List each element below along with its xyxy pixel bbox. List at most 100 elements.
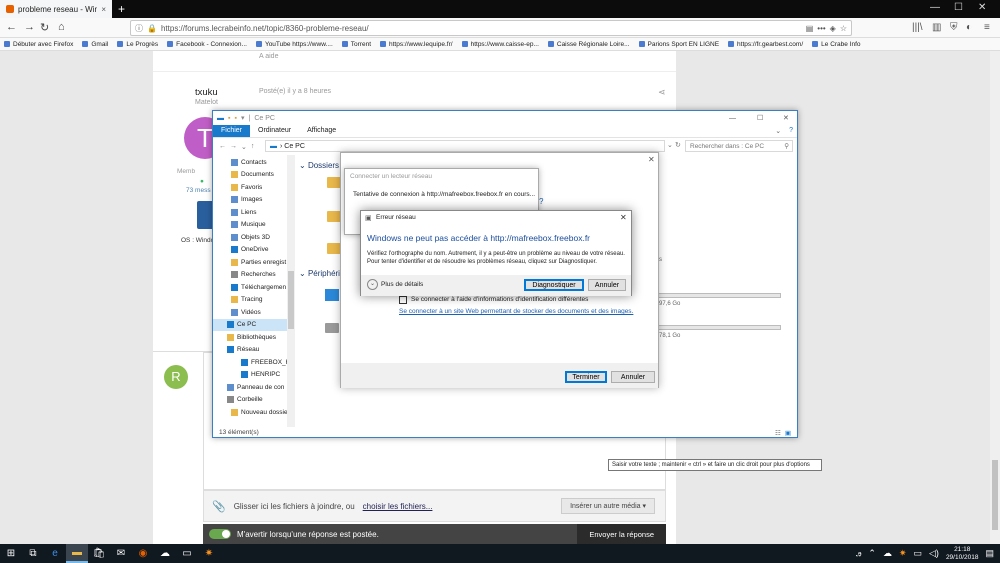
windows-drive-icon[interactable] xyxy=(325,289,339,301)
explorer-close-icon[interactable]: ✕ xyxy=(783,114,789,122)
address-dropdown-icon[interactable]: ⌄ xyxy=(667,141,673,149)
navigation-scrollbar-thumb[interactable] xyxy=(288,271,294,329)
explorer-minimize-icon[interactable]: — xyxy=(729,115,736,122)
tray-chevron-icon[interactable]: ⌃ xyxy=(868,548,876,559)
nav-item[interactable]: Téléchargemen xyxy=(213,281,294,294)
share-icon[interactable]: ⋖ xyxy=(658,87,666,98)
bookmark-item[interactable]: YouTube https://www.... xyxy=(255,41,333,48)
bookmark-item[interactable]: Torrent xyxy=(341,41,371,48)
nav-item[interactable]: Documents xyxy=(213,169,294,182)
reload-icon[interactable]: ↻ xyxy=(40,21,49,34)
recent-dropdown-icon[interactable]: ⌄ xyxy=(241,143,247,151)
nav-item[interactable]: Corbeille xyxy=(213,394,294,407)
send-reply-button[interactable]: Envoyer la réponse xyxy=(577,524,666,544)
bookmark-item[interactable]: Le Progrès xyxy=(117,41,158,48)
map-cancel-button[interactable]: Annuler xyxy=(611,371,655,383)
website-storage-link[interactable]: Se connecter à un site Web permettant de… xyxy=(399,308,633,315)
monitor-icon[interactable]: ▭ xyxy=(176,544,198,563)
shield-icon[interactable]: ⛨ xyxy=(950,22,958,33)
bookmark-item[interactable]: Facebook - Connexion... xyxy=(167,41,247,48)
ribbon-expand-icon[interactable]: ⌄ xyxy=(771,125,785,137)
nav-item[interactable]: Panneau de con xyxy=(213,381,294,394)
bookmark-item[interactable]: Caisse Régionale Loire... xyxy=(547,41,630,48)
nav-item[interactable]: Parties enregist xyxy=(213,256,294,269)
forward-icon[interactable]: → xyxy=(24,21,35,33)
help-icon[interactable]: ? xyxy=(785,125,797,137)
address-bar[interactable]: ▬ › Ce PC xyxy=(265,140,665,152)
nav-item[interactable]: Musique xyxy=(213,219,294,232)
task-view-icon[interactable]: ⧉ xyxy=(22,544,44,563)
nav-item[interactable]: Contacts xyxy=(213,156,294,169)
nav-item[interactable]: Tracing xyxy=(213,294,294,307)
post-author[interactable]: txuku xyxy=(195,87,218,98)
address-path[interactable]: Ce PC xyxy=(284,143,305,150)
nav-item[interactable]: Réseau xyxy=(213,344,294,357)
avast-icon[interactable]: ✷ xyxy=(198,544,220,563)
details-view-icon[interactable]: ☷ xyxy=(775,429,781,437)
page-scrollbar-thumb[interactable] xyxy=(992,460,998,530)
bookmark-item[interactable]: Gmail xyxy=(82,41,108,48)
bookmark-item[interactable]: Le Crabe Info xyxy=(812,41,861,48)
ribbon-tab-computer[interactable]: Ordinateur xyxy=(250,125,299,137)
folder-icon[interactable] xyxy=(327,243,341,254)
notifications-icon[interactable]: ▤ xyxy=(985,548,994,559)
menu-icon[interactable]: ≡ xyxy=(984,22,990,33)
diagnose-button[interactable]: Diagnostiquer xyxy=(524,279,584,291)
nav-item[interactable]: Favoris xyxy=(213,181,294,194)
back-icon[interactable]: ← xyxy=(6,21,17,33)
explorer-up-icon[interactable]: ↑ xyxy=(251,143,255,150)
page-actions-icon[interactable]: ••• xyxy=(817,24,825,33)
bookmark-item[interactable]: https://www.caisse-ep... xyxy=(461,41,539,48)
ribbon-tab-view[interactable]: Affichage xyxy=(299,125,344,137)
map-dialog-close-icon[interactable]: ✕ xyxy=(648,155,655,164)
explorer-maximize-icon[interactable]: ☐ xyxy=(757,114,763,122)
new-tab-button[interactable]: + xyxy=(118,2,125,16)
maximize-icon[interactable]: ☐ xyxy=(954,2,963,13)
info-icon[interactable]: ⓘ xyxy=(135,23,143,34)
volume-icon[interactable]: ◁) xyxy=(929,548,939,559)
large-icons-view-icon[interactable]: ▣ xyxy=(785,429,791,437)
properties-icon[interactable]: ▪ xyxy=(228,115,230,122)
address-refresh-icon[interactable]: ↻ xyxy=(675,141,681,149)
nav-item[interactable]: Ce PC xyxy=(213,318,294,331)
choose-files-link[interactable]: choisir les fichiers... xyxy=(363,502,433,511)
nav-item[interactable]: Bibliothèques xyxy=(213,331,294,344)
url-text[interactable]: https://forums.lecrabeinfo.net/topic/836… xyxy=(161,24,802,33)
map-dialog-help-mark[interactable]: ? xyxy=(539,197,543,206)
home-icon[interactable]: ⌂ xyxy=(58,21,65,33)
bookmark-star-icon[interactable]: ☆ xyxy=(840,24,851,33)
nav-item[interactable]: Vidéos xyxy=(213,306,294,319)
expand-details-icon[interactable]: ⌄ xyxy=(367,279,378,290)
attachment-dropzone[interactable]: 📎 Glisser ici les fichiers à joindre, ou… xyxy=(203,490,666,522)
qat-dropdown-icon[interactable]: ▾ xyxy=(241,114,245,122)
store-icon[interactable]: 🛍 xyxy=(88,544,110,563)
error-cancel-button[interactable]: Annuler xyxy=(588,279,626,291)
drive-icon[interactable] xyxy=(325,323,339,333)
onedrive-icon[interactable]: ☁ xyxy=(883,548,892,559)
nav-item[interactable]: Objets 3D xyxy=(213,231,294,244)
bookmark-item[interactable]: Débuter avec Firefox xyxy=(4,41,73,48)
nav-item[interactable]: Images xyxy=(213,194,294,207)
explorer-back-icon[interactable]: ← xyxy=(219,143,226,150)
extension-icon[interactable]: ◐ xyxy=(966,22,972,33)
tray-avast-icon[interactable]: ✷ xyxy=(899,548,907,559)
nav-item[interactable]: Nouveau dossie xyxy=(213,406,294,419)
tab-close-icon[interactable]: × xyxy=(101,5,106,14)
bookmark-item[interactable]: https://www.lequipe.fr/ xyxy=(380,41,453,48)
nav-item[interactable]: FREEBOX_HEN xyxy=(213,356,294,369)
minimize-icon[interactable]: — xyxy=(930,2,940,13)
notify-toggle[interactable] xyxy=(209,529,231,539)
bookmark-item[interactable]: Parions Sport EN LIGNE xyxy=(638,41,719,48)
nav-item[interactable]: HENRIPC xyxy=(213,369,294,382)
nav-item[interactable]: Liens xyxy=(213,206,294,219)
folder-icon[interactable] xyxy=(327,211,341,222)
edge-icon[interactable]: e xyxy=(44,544,66,563)
explorer-search-box[interactable]: Rechercher dans : Ce PC ⚲ xyxy=(685,140,793,152)
cloud-icon[interactable]: ☁ xyxy=(154,544,176,563)
folder-icon[interactable] xyxy=(327,177,341,188)
network-icon[interactable]: ▭ xyxy=(914,548,923,559)
language-icon[interactable]: ꭿ xyxy=(856,548,861,559)
library-icon[interactable]: |||\ xyxy=(912,22,923,33)
finish-button[interactable]: Terminer xyxy=(565,371,607,383)
close-window-icon[interactable]: ✕ xyxy=(978,2,986,13)
